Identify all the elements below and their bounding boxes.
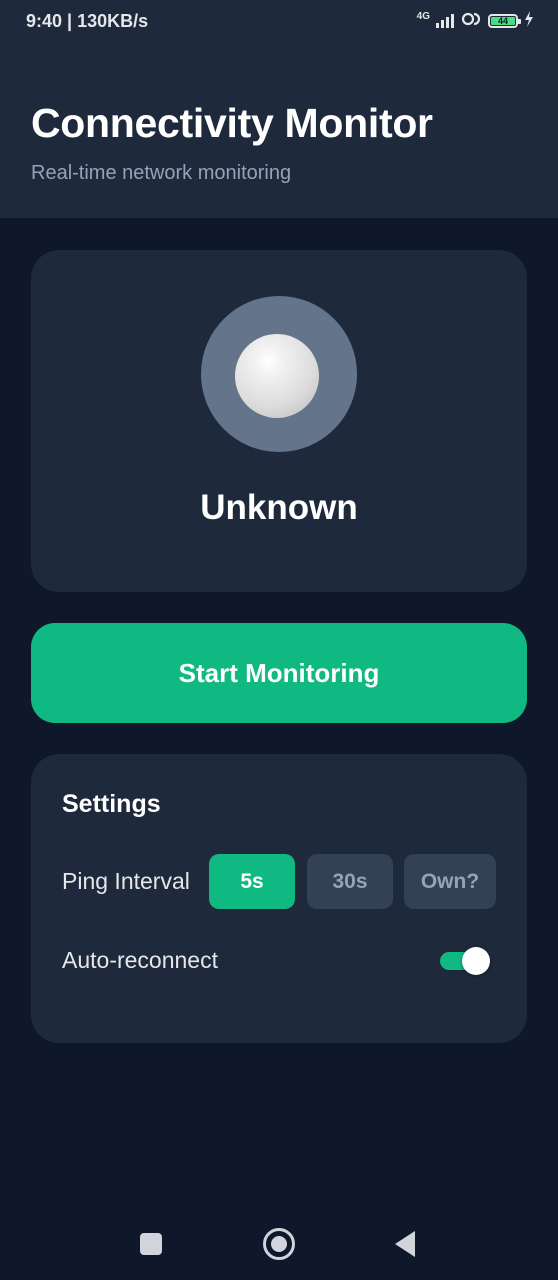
battery-icon: 44 [488, 14, 521, 28]
auto-reconnect-label: Auto-reconnect [62, 947, 218, 973]
settings-title: Settings [62, 790, 161, 818]
signal-icon [436, 14, 454, 28]
page-subtitle: Real-time network monitoring [31, 162, 292, 184]
connection-status-card: Unknown [31, 250, 527, 592]
page-title: Connectivity Monitor [31, 100, 433, 146]
home-circle-icon[interactable] [263, 1228, 295, 1260]
status-icons: 4G 44 [417, 10, 534, 32]
system-navigation-bar [0, 1205, 558, 1280]
sync-icon [460, 11, 482, 32]
settings-card: Settings Ping Interval 5s 30s Own? Auto-… [31, 754, 527, 1043]
status-indicator-light [235, 334, 319, 418]
interval-30s-button[interactable]: 30s [307, 854, 393, 909]
ping-interval-label: Ping Interval [62, 868, 190, 894]
app-header: 9:40 | 130KB/s 4G 44 Connectivity Monito… [0, 0, 558, 218]
status-time-speed: 9:40 | 130KB/s [26, 11, 149, 31]
network-type: 4G [416, 11, 430, 22]
status-bar: 9:40 | 130KB/s 4G 44 [0, 0, 558, 44]
auto-reconnect-toggle[interactable] [440, 947, 490, 975]
interval-5s-button[interactable]: 5s [209, 854, 295, 909]
recents-square-icon[interactable] [140, 1233, 162, 1255]
interval-custom-button[interactable]: Own? [404, 854, 496, 909]
status-indicator [201, 296, 357, 452]
connection-status-text: Unknown [200, 488, 358, 527]
charging-icon [524, 10, 534, 32]
battery-level: 44 [497, 16, 508, 26]
start-monitoring-button[interactable]: Start Monitoring [31, 623, 527, 723]
toggle-thumb [462, 947, 490, 975]
back-triangle-icon[interactable] [395, 1231, 415, 1257]
